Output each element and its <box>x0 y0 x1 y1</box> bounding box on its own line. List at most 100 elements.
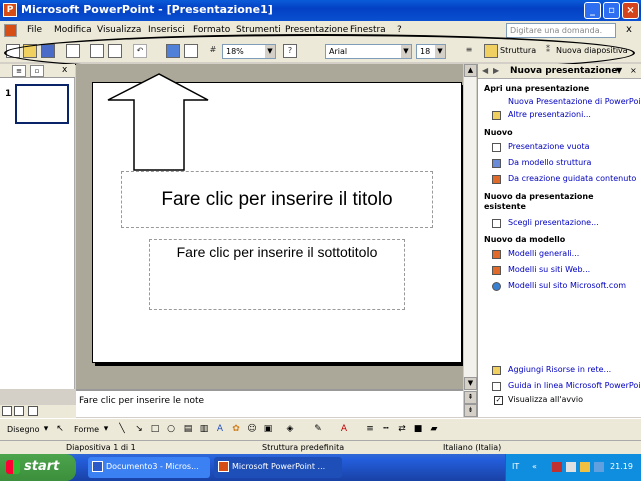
taskbar-item-word[interactable]: Documento3 - Micros... <box>88 457 210 478</box>
insert-chart-icon[interactable] <box>166 44 180 58</box>
line-style-icon[interactable]: ≡ <box>364 423 376 435</box>
slideshow-icon[interactable] <box>28 406 38 416</box>
scroll-down-icon[interactable]: ▼ <box>464 377 477 390</box>
clipart-icon[interactable]: ☺ <box>246 423 258 435</box>
powerpoint-icon[interactable]: P <box>3 3 17 17</box>
vertical-scrollbar[interactable]: ▲ ▼ ⇞ ⇟ <box>463 64 477 417</box>
chevron-down-icon[interactable]: ▼ <box>616 66 622 75</box>
menu-modifica[interactable]: Modifica <box>54 25 92 35</box>
diagram-icon[interactable]: ✿ <box>230 423 242 435</box>
chevron-down-icon[interactable]: ▼ <box>401 45 411 58</box>
new-slide-icon[interactable]: ⁑ <box>541 44 555 58</box>
network-icon[interactable] <box>566 462 576 472</box>
link-design-template[interactable]: Da modello struttura <box>508 158 591 167</box>
line-icon[interactable]: ╲ <box>116 423 128 435</box>
copy-icon[interactable] <box>90 44 104 58</box>
shadow-icon[interactable]: ■ <box>412 423 424 435</box>
font-color-icon[interactable]: A <box>338 423 350 435</box>
close-pane-icon[interactable]: × <box>630 66 637 75</box>
zoom-combo[interactable]: 18% ▼ <box>222 44 276 59</box>
insert-table-icon[interactable] <box>184 44 198 58</box>
subtitle-placeholder[interactable]: Fare clic per inserire il sottotitolo <box>149 239 405 310</box>
document-close-icon[interactable]: x <box>626 24 632 35</box>
shapes-menu-button[interactable]: Forme <box>74 425 99 434</box>
title-placeholder[interactable]: Fare clic per inserire il titolo <box>121 171 433 228</box>
link-web-templates[interactable]: Modelli su siti Web... <box>508 265 590 274</box>
link-blank-presentation[interactable]: Presentazione vuota <box>508 142 590 151</box>
menu-finestra[interactable]: Finestra <box>350 25 386 35</box>
normal-view-icon[interactable] <box>2 406 12 416</box>
slides-tab[interactable]: ▫ <box>30 65 44 77</box>
paste-icon[interactable] <box>108 44 122 58</box>
chevron-down-icon[interactable]: ▼ <box>435 45 445 58</box>
chevron-down-icon[interactable]: ▾ <box>40 423 52 435</box>
close-pane-icon[interactable]: x <box>62 65 67 75</box>
line-color-icon[interactable]: ✎ <box>312 423 324 435</box>
undo-icon[interactable]: ↶ <box>133 44 147 58</box>
start-button[interactable]: start <box>0 454 76 481</box>
help-icon[interactable]: ? <box>283 44 297 58</box>
print-icon[interactable] <box>66 44 80 58</box>
back-icon[interactable]: ◀ <box>482 66 488 75</box>
3d-icon[interactable]: ▰ <box>428 423 440 435</box>
link-other-presentations[interactable]: Altre presentazioni... <box>508 110 591 119</box>
restore-icon[interactable]: ▫ <box>603 2 620 19</box>
scroll-up-icon[interactable]: ▲ <box>464 64 477 77</box>
volume-icon[interactable] <box>594 462 604 472</box>
link-choose-presentation[interactable]: Scegli presentazione... <box>508 218 599 227</box>
slide-canvas[interactable]: Fare clic per inserire il titolo Fare cl… <box>92 82 462 363</box>
design-icon[interactable] <box>484 44 498 58</box>
tray-app-icon[interactable] <box>552 462 562 472</box>
link-online-help[interactable]: Guida in linea Microsoft PowerPoint <box>508 381 640 390</box>
next-slide-icon[interactable]: ⇟ <box>464 404 477 417</box>
link-autocontent-wizard[interactable]: Da creazione guidata contenuto <box>508 174 636 183</box>
font-size-combo[interactable]: 18 ▼ <box>416 44 446 59</box>
new-icon[interactable] <box>6 44 20 58</box>
rectangle-icon[interactable]: □ <box>149 423 161 435</box>
oval-icon[interactable]: ○ <box>165 423 177 435</box>
design-button[interactable]: Struttura <box>500 46 536 55</box>
decrease-indent-icon[interactable]: ≡ <box>462 44 476 58</box>
close-icon[interactable]: × <box>622 2 639 19</box>
slide-thumbnail[interactable] <box>15 84 69 124</box>
outline-tab[interactable]: ≡ <box>12 65 26 77</box>
select-arrow-icon[interactable]: ↖ <box>54 423 66 435</box>
save-icon[interactable] <box>41 44 55 58</box>
link-general-templates[interactable]: Modelli generali... <box>508 249 579 258</box>
show-startup-checkbox[interactable]: ✓ <box>494 396 503 405</box>
link-ms-templates[interactable]: Modelli sul sito Microsoft.com <box>508 281 640 290</box>
menu-presentazione[interactable]: Presentazione <box>285 25 348 35</box>
vertical-textbox-icon[interactable]: ▥ <box>198 423 210 435</box>
new-slide-button[interactable]: Nuova diapositiva <box>556 46 628 55</box>
textbox-icon[interactable]: ▤ <box>182 423 194 435</box>
notes-pane[interactable]: Fare clic per inserire le note <box>76 389 463 417</box>
arrow-style-icon[interactable]: ⇄ <box>396 423 408 435</box>
slide-sorter-icon[interactable] <box>14 406 24 416</box>
fill-color-icon[interactable]: ◈ <box>284 423 296 435</box>
menu-visualizza[interactable]: Visualizza <box>97 25 141 35</box>
dash-style-icon[interactable]: ┅ <box>380 423 392 435</box>
menu-strumenti[interactable]: Strumenti <box>236 25 281 35</box>
forward-icon[interactable]: ▶ <box>493 66 499 75</box>
grid-icon[interactable]: # <box>206 44 220 58</box>
open-icon[interactable] <box>23 44 37 58</box>
link-new-presentation[interactable]: Nuova Presentazione di PowerPoint <box>508 97 641 106</box>
taskbar-item-powerpoint[interactable]: Microsoft PowerPoint ... <box>214 457 342 478</box>
menu-formato[interactable]: Formato <box>193 25 230 35</box>
language-indicator[interactable]: IT <box>512 462 519 471</box>
help-question-input[interactable]: Digitare una domanda. <box>506 23 616 38</box>
menu-inserisci[interactable]: Inserisci <box>148 25 185 35</box>
wordart-icon[interactable]: A <box>214 423 226 435</box>
chevron-down-icon[interactable]: ▾ <box>100 423 112 435</box>
previous-slide-icon[interactable]: ⇞ <box>464 391 477 404</box>
menu-help[interactable]: ? <box>397 25 402 35</box>
tray-arrow-icon[interactable]: « <box>532 462 542 472</box>
link-add-network-place[interactable]: Aggiungi Risorse in rete... <box>508 365 640 374</box>
document-icon[interactable] <box>4 24 17 37</box>
arrow-icon[interactable]: ↘ <box>133 423 145 435</box>
chevron-down-icon[interactable]: ▼ <box>265 45 275 58</box>
menu-file[interactable]: File <box>27 25 42 35</box>
minimize-icon[interactable]: _ <box>584 2 601 19</box>
picture-icon[interactable]: ▣ <box>262 423 274 435</box>
security-icon[interactable] <box>580 462 590 472</box>
